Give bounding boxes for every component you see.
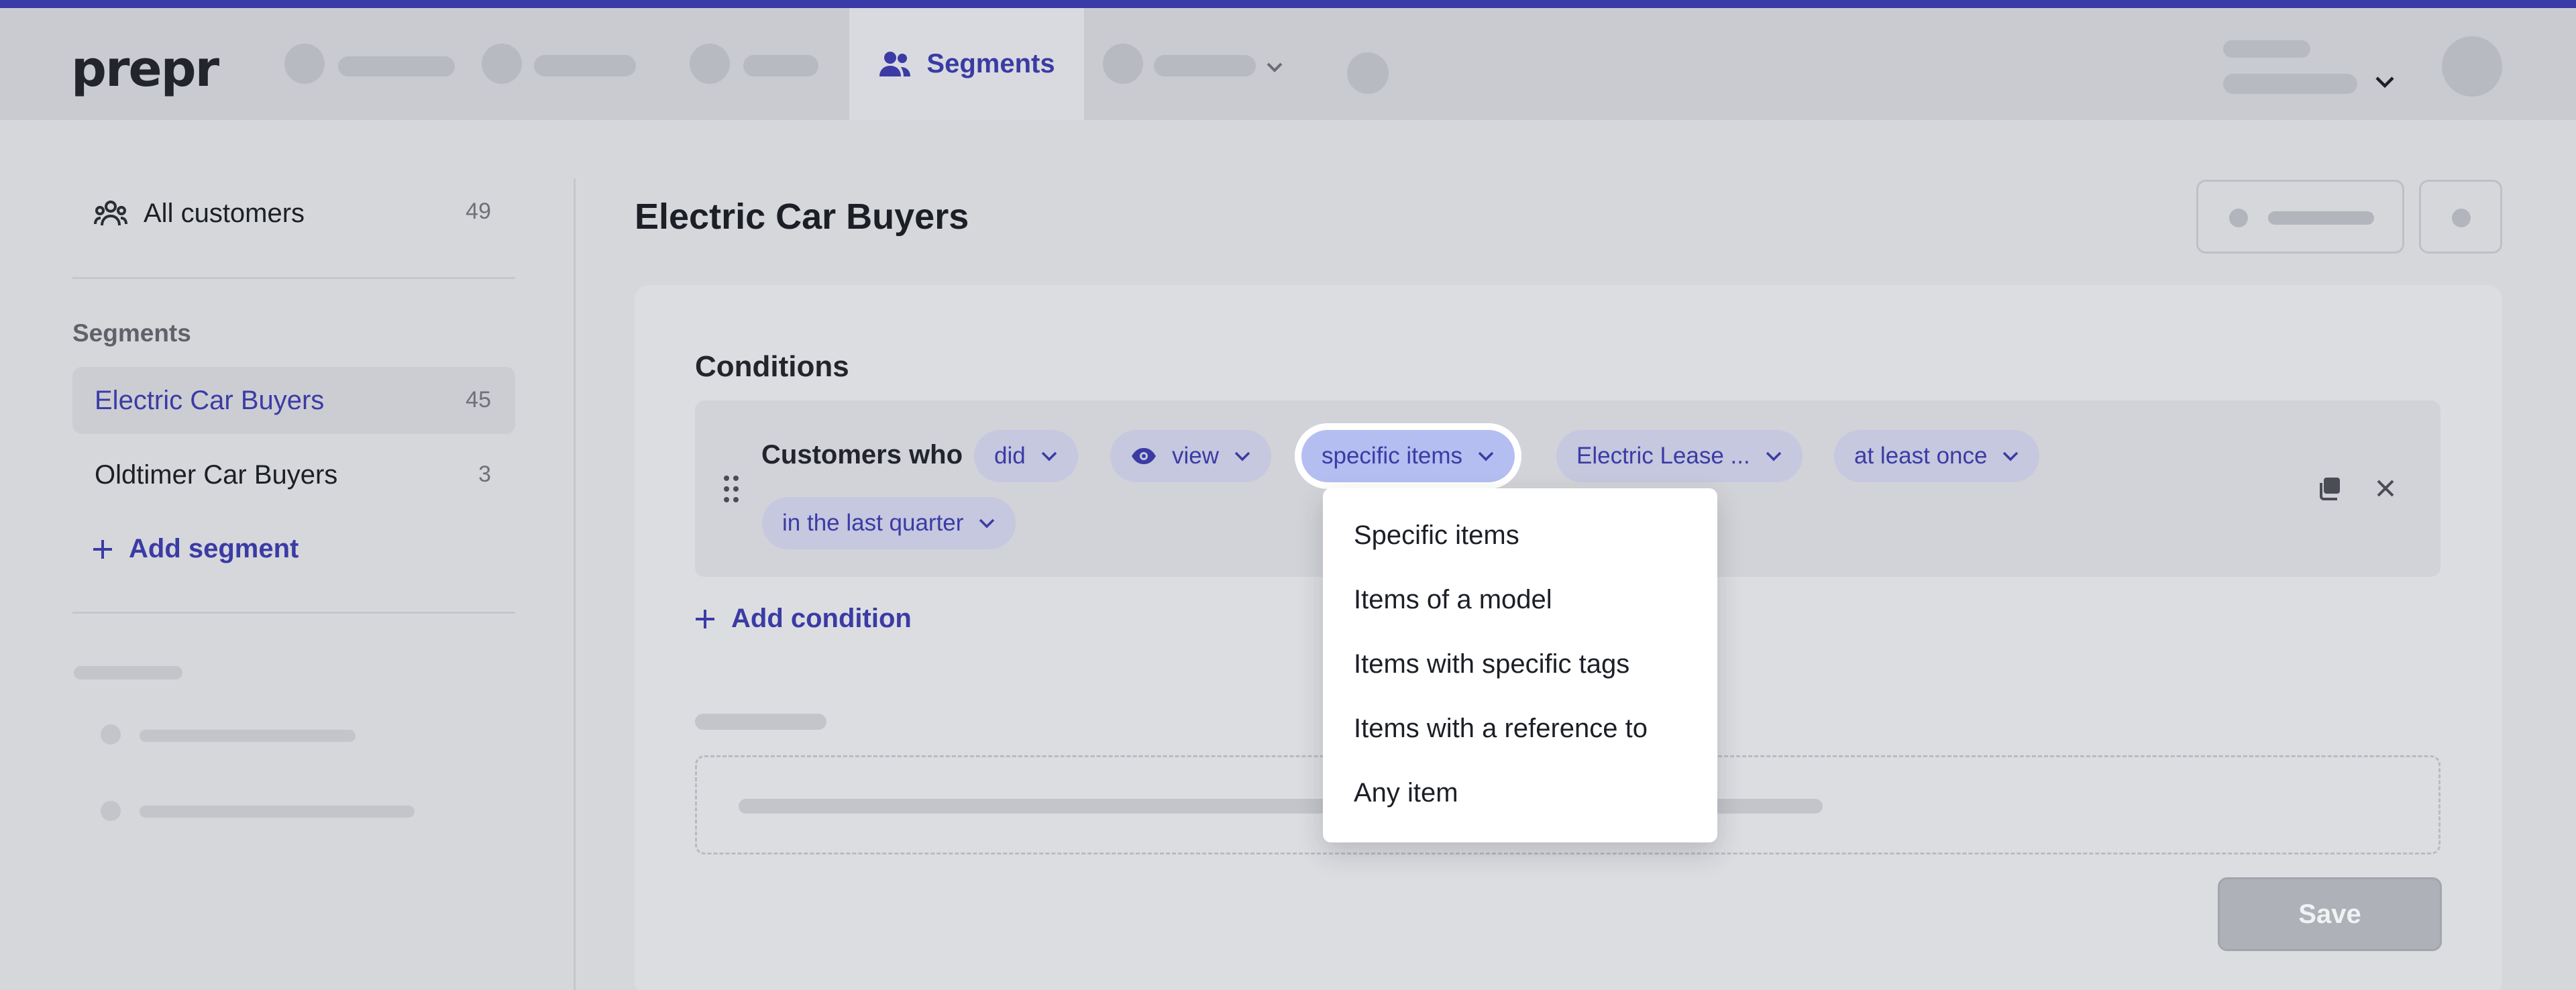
pill-label: view — [1172, 443, 1220, 469]
count-badge: 45 — [466, 387, 491, 412]
eye-icon — [1130, 447, 1157, 465]
item-type-dropdown: Specific items Items of a model Items wi… — [1323, 488, 1717, 842]
sidebar-item-label: All customers — [144, 199, 305, 228]
pill-label: at least once — [1854, 443, 1988, 469]
plus-icon — [91, 538, 114, 561]
prepr-logo[interactable]: prepr — [71, 40, 219, 98]
condition-prefix: Customers who — [761, 440, 963, 470]
chevron-down-icon — [1765, 450, 1782, 462]
sidebar-item-all-customers[interactable]: All customers — [94, 199, 305, 229]
sidebar-placeholder-heading — [74, 666, 182, 679]
nav-placeholder-icon[interactable] — [1347, 52, 1389, 94]
placeholder-label — [2268, 211, 2374, 225]
pill-specific-items[interactable]: specific items — [1294, 423, 1522, 489]
pill-did[interactable]: did — [974, 430, 1078, 482]
chevron-down-icon — [978, 517, 996, 529]
pill-view[interactable]: view — [1110, 430, 1272, 482]
nav-placeholder-icon[interactable] — [482, 44, 522, 84]
pill-timeframe[interactable]: in the last quarter — [762, 497, 1016, 549]
top-navigation-bar: prepr Segments — [0, 8, 2576, 120]
nav-tab-label: Segments — [926, 49, 1055, 78]
pill-label: Electric Lease ... — [1576, 443, 1750, 469]
pill-label: did — [994, 443, 1026, 469]
nav-placeholder-icon[interactable] — [690, 44, 730, 84]
conditions-heading: Conditions — [695, 350, 849, 383]
nav-placeholder-label[interactable] — [534, 55, 636, 76]
sidebar-item-label: Electric Car Buyers — [95, 386, 325, 415]
add-segment-button[interactable]: Add segment — [91, 534, 299, 564]
nav-placeholder-label[interactable] — [338, 56, 455, 76]
count-badge: 49 — [466, 199, 491, 224]
dropdown-option-any-item[interactable]: Any item — [1354, 778, 1458, 808]
sidebar-placeholder-label — [140, 730, 356, 742]
divider — [72, 277, 515, 279]
chevron-down-icon[interactable] — [1265, 60, 1284, 74]
sidebar-divider — [574, 178, 576, 990]
add-segment-label: Add segment — [129, 534, 299, 563]
page-title: Electric Car Buyers — [635, 197, 969, 237]
nav-placeholder-icon[interactable] — [284, 44, 325, 84]
dropdown-option-items-of-a-model[interactable]: Items of a model — [1354, 585, 1552, 615]
chevron-down-icon — [1040, 450, 1058, 462]
top-accent-line — [0, 0, 2576, 8]
sidebar-section-title: Segments — [72, 319, 191, 347]
sidebar-placeholder-label — [140, 806, 415, 818]
account-placeholder[interactable] — [2223, 74, 2357, 94]
drag-handle-icon[interactable] — [723, 475, 739, 503]
add-condition-label: Add condition — [731, 604, 912, 633]
chevron-down-icon — [1477, 450, 1495, 462]
avatar[interactable] — [2442, 36, 2502, 97]
count-badge: 3 — [478, 461, 491, 487]
nav-placeholder-label[interactable] — [1154, 55, 1256, 76]
dropdown-option-items-with-reference[interactable]: Items with a reference to — [1354, 714, 1648, 744]
sidebar-item-oldtimer-car-buyers[interactable]: Oldtimer Car Buyers — [95, 460, 337, 490]
pill-label: in the last quarter — [782, 510, 964, 536]
divider — [72, 612, 515, 614]
pill-frequency[interactable]: at least once — [1834, 430, 2040, 482]
users-icon — [878, 50, 912, 79]
nav-tab-segments[interactable]: Segments — [849, 8, 1084, 120]
save-button[interactable]: Save — [2218, 877, 2442, 951]
dropdown-option-items-with-specific-tags[interactable]: Items with specific tags — [1354, 649, 1629, 679]
duplicate-icon[interactable] — [2316, 475, 2343, 502]
chevron-down-icon — [1234, 450, 1251, 462]
nav-placeholder-icon[interactable] — [1103, 44, 1143, 84]
header-action-button[interactable] — [2196, 180, 2404, 254]
placeholder-icon — [2229, 209, 2248, 227]
sidebar-placeholder-icon — [101, 724, 121, 745]
dropdown-option-specific-items[interactable]: Specific items — [1354, 520, 1519, 551]
header-more-button[interactable] — [2419, 180, 2502, 254]
pill-label: specific items — [1322, 443, 1463, 469]
chevron-down-icon[interactable] — [2373, 74, 2396, 90]
chevron-down-icon — [2002, 450, 2019, 462]
close-icon[interactable] — [2375, 478, 2396, 499]
sidebar-placeholder-icon — [101, 801, 121, 821]
users-group-icon — [94, 200, 127, 228]
plus-icon — [694, 608, 716, 630]
account-placeholder[interactable] — [2223, 40, 2310, 58]
nav-placeholder-label[interactable] — [743, 55, 818, 76]
pill-item-selection[interactable]: Electric Lease ... — [1556, 430, 1803, 482]
add-condition-button[interactable]: Add condition — [694, 604, 912, 634]
placeholder-icon — [2452, 209, 2471, 227]
placeholder-heading — [695, 714, 826, 730]
